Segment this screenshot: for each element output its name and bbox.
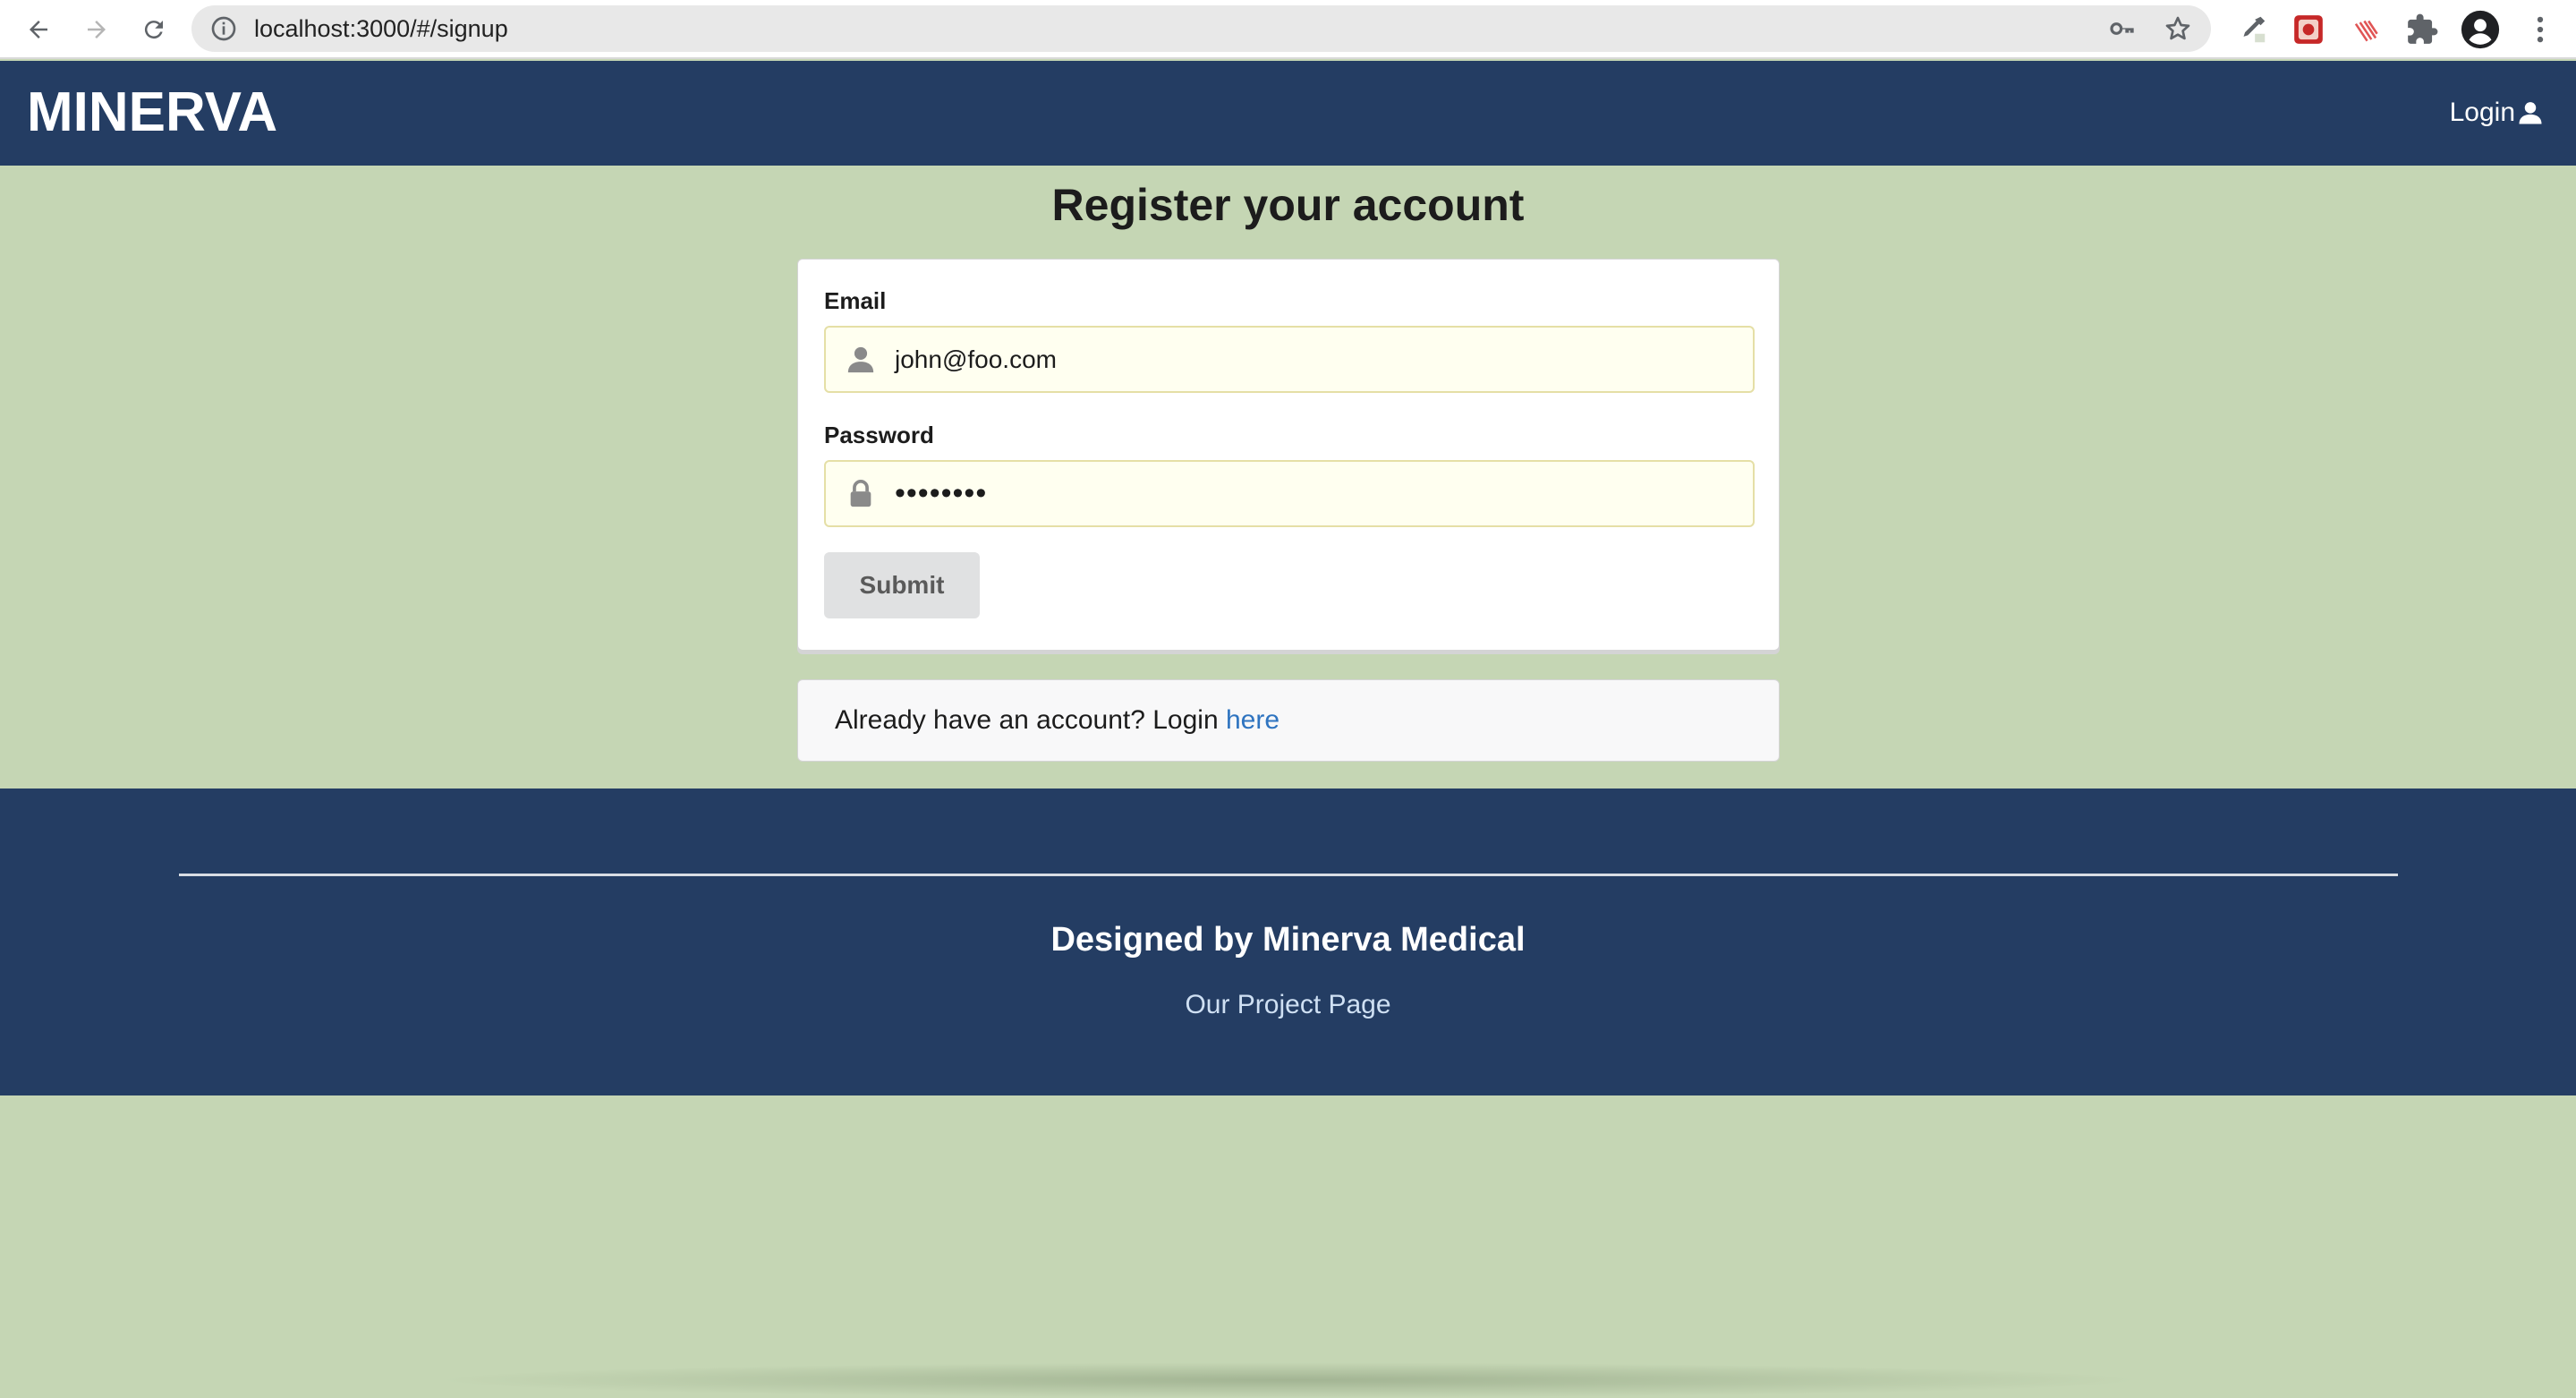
puzzle-icon[interactable] [2405, 13, 2439, 47]
email-field[interactable]: john@foo.com [824, 326, 1755, 393]
footer-divider [179, 874, 2398, 876]
page-title: Register your account [1051, 180, 1525, 230]
reload-icon[interactable] [134, 10, 174, 49]
login-link[interactable]: Login [2450, 95, 2544, 131]
star-icon[interactable] [2164, 14, 2192, 43]
email-value[interactable]: john@foo.com [895, 328, 1057, 391]
brand-logo[interactable]: MINERVA [27, 79, 277, 147]
eyedropper-extension-icon[interactable] [2235, 13, 2269, 47]
email-label: Email [824, 287, 887, 314]
lock-icon [846, 479, 876, 509]
bottom-shadow [429, 1362, 2147, 1398]
password-value[interactable]: •••••••• [895, 462, 987, 525]
more-icon[interactable] [2523, 13, 2557, 47]
user-icon [2519, 102, 2542, 124]
browser-toolbar: localhost:3000/#/signup [0, 0, 2576, 59]
footer-title: Designed by Minerva Medical [1050, 921, 1526, 959]
info-icon[interactable] [209, 14, 238, 43]
footer: Designed by Minerva Medical Our Project … [0, 789, 2576, 1095]
login-label[interactable]: Login [2450, 98, 2515, 128]
password-field[interactable]: •••••••• [824, 460, 1755, 527]
already-have-account-text: Already have an account? Login [835, 705, 1226, 735]
url-text[interactable]: localhost:3000/#/signup [254, 5, 508, 52]
red-extension-icon[interactable] [2291, 13, 2325, 47]
address-bar[interactable]: localhost:3000/#/signup [191, 5, 2211, 52]
signup-form: Email john@foo.com Password •••••••• Sub… [797, 259, 1780, 651]
project-page-link[interactable]: Our Project Page [0, 990, 2576, 1020]
back-arrow-icon[interactable] [19, 10, 58, 49]
profile-icon[interactable] [2460, 9, 2501, 50]
login-prompt: Already have an account? Login here [797, 679, 1780, 762]
password-label: Password [824, 422, 934, 448]
app-header: MINERVA Login [0, 61, 2576, 166]
login-here-link[interactable]: here [1226, 705, 1279, 735]
forward-arrow-icon[interactable] [77, 10, 116, 49]
submit-button[interactable]: Submit [824, 552, 980, 618]
key-icon[interactable] [2108, 14, 2137, 43]
user-icon [846, 345, 876, 375]
stripes-extension-icon[interactable] [2349, 13, 2383, 47]
